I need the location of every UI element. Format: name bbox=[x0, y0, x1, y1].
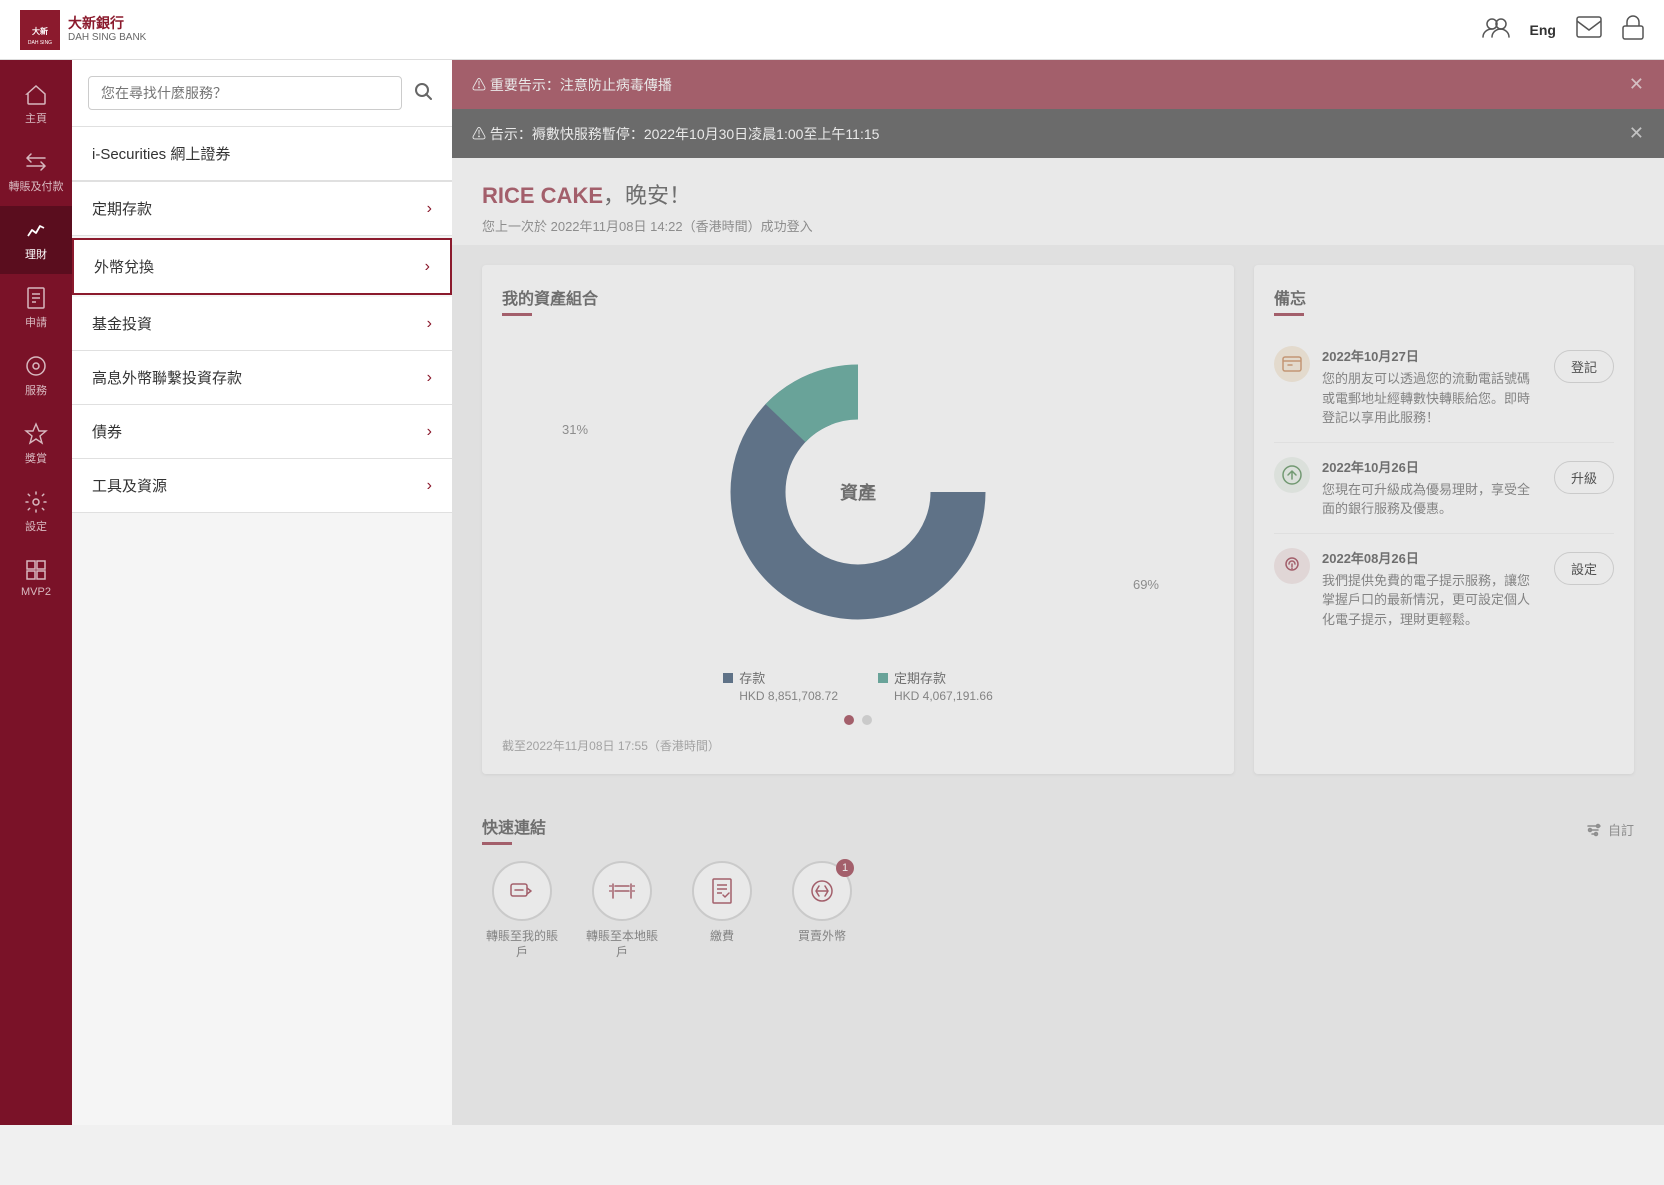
sidebar-item-home[interactable]: 主頁 bbox=[0, 70, 72, 138]
chevron-right-icon-hicash: › bbox=[427, 369, 432, 387]
left-sidebar: 主頁 轉賬及付款 理財 申請 服務 獎賞 bbox=[0, 60, 72, 1125]
search-button[interactable] bbox=[410, 78, 436, 109]
mail-icon[interactable] bbox=[1576, 16, 1602, 44]
chevron-right-icon-fund: › bbox=[427, 315, 432, 333]
chevron-right-icon-bond: › bbox=[427, 423, 432, 441]
header-actions: Eng bbox=[1482, 14, 1644, 46]
sidebar-item-finance[interactable]: 理財 bbox=[0, 206, 72, 274]
menu-item-bond[interactable]: 債券 › bbox=[72, 405, 452, 459]
menu-item-fund[interactable]: 基金投資 › bbox=[72, 297, 452, 351]
sidebar-item-settings[interactable]: 設定 bbox=[0, 478, 72, 546]
finance-dropdown-panel: i-Securities 網上證券 定期存款 › 外幣兌換 › 基金投資 › 高… bbox=[72, 60, 452, 1125]
menu-item-fixed-deposit[interactable]: 定期存款 › bbox=[72, 182, 452, 236]
sidebar-item-mvp2[interactable]: MVP2 bbox=[0, 546, 72, 610]
chevron-right-icon-fx: › bbox=[425, 258, 430, 276]
bank-logo: 大新 DAH SING 大新銀行 DAH SING BANK bbox=[20, 10, 146, 50]
menu-item-tools[interactable]: 工具及資源 › bbox=[72, 459, 452, 513]
sidebar-item-service[interactable]: 服務 bbox=[0, 342, 72, 410]
bank-name-cn: 大新銀行 bbox=[68, 15, 146, 32]
overlay-background bbox=[452, 60, 1664, 1125]
sidebar-item-rewards[interactable]: 獎賞 bbox=[0, 410, 72, 478]
language-button[interactable]: Eng bbox=[1530, 22, 1556, 38]
menu-item-hicash[interactable]: 高息外幣聯繫投資存款 › bbox=[72, 351, 452, 405]
svg-text:DAH SING: DAH SING bbox=[28, 40, 52, 46]
menu-item-fx-exchange[interactable]: 外幣兌換 › bbox=[72, 238, 452, 295]
search-input[interactable] bbox=[88, 76, 402, 110]
search-bar bbox=[72, 60, 452, 127]
chevron-right-icon-tools: › bbox=[427, 477, 432, 495]
lock-icon[interactable] bbox=[1622, 14, 1644, 46]
sidebar-item-transfer[interactable]: 轉賬及付款 bbox=[0, 138, 72, 206]
user-group-icon[interactable] bbox=[1482, 16, 1510, 44]
menu-item-i-securities[interactable]: i-Securities 網上證券 bbox=[72, 127, 452, 181]
bank-name-en: DAH SING BANK bbox=[68, 32, 146, 44]
svg-text:大新: 大新 bbox=[32, 26, 48, 36]
sidebar-item-apply[interactable]: 申請 bbox=[0, 274, 72, 342]
chevron-right-icon: › bbox=[427, 200, 432, 218]
top-header: 大新 DAH SING 大新銀行 DAH SING BANK Eng bbox=[0, 0, 1664, 60]
